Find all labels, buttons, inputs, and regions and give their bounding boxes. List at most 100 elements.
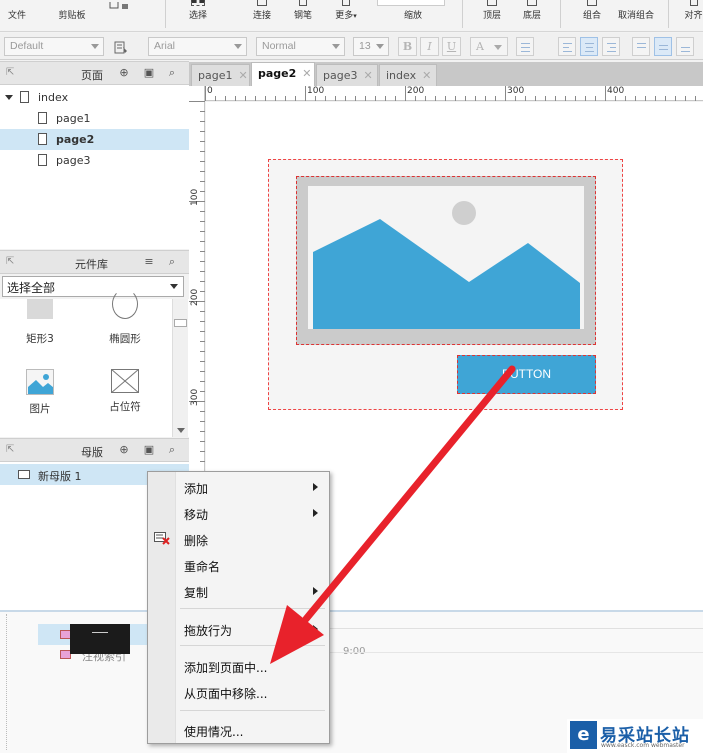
valign-bottom-button[interactable]	[676, 37, 694, 56]
library-panel-title: 元件库	[75, 258, 108, 271]
scroll-thumb[interactable]	[174, 319, 187, 327]
tab-index[interactable]: index ✕	[379, 64, 437, 86]
zoom-button[interactable]: 缩放	[398, 0, 428, 32]
widget-ellipse[interactable]: 椭圆形	[95, 289, 155, 346]
search-icon[interactable]: ⌕	[166, 256, 178, 268]
valign-top-button[interactable]	[632, 37, 650, 56]
connector-icon	[257, 0, 267, 6]
expand-triangle-icon[interactable]	[5, 95, 13, 100]
align-right-button[interactable]	[602, 37, 620, 56]
library-select[interactable]: 选择全部	[2, 276, 184, 297]
tree-item-page1[interactable]: page1	[0, 108, 189, 129]
search-icon[interactable]: ⌕	[166, 67, 178, 79]
style-dropdown[interactable]: Default	[4, 37, 104, 56]
watermark-logo: e 易采站长站 www.easck.com webmaster	[567, 719, 703, 753]
bullet-list-button[interactable]	[516, 37, 534, 56]
italic-button[interactable]: I	[420, 37, 439, 56]
add-folder-icon[interactable]: ▣	[143, 67, 155, 79]
pen-button[interactable]: 钢笔	[291, 0, 315, 32]
bring-to-front-button[interactable]: 顶层	[480, 0, 504, 32]
toolbar-separator	[668, 0, 669, 28]
ruler-label: 400	[607, 86, 625, 96]
image-placeholder[interactable]	[308, 186, 584, 329]
menu-icon[interactable]: ≡	[143, 256, 155, 268]
collapse-arrow-icon[interactable]: ⇱	[6, 256, 14, 267]
menu-item-drop-behavior[interactable]: 拖放行为	[148, 617, 329, 641]
search-icon[interactable]: ⌕	[166, 444, 178, 456]
chevron-down-icon	[91, 44, 99, 49]
collapse-arrow-icon[interactable]: ⇱	[6, 444, 14, 455]
scroll-down-icon[interactable]	[177, 428, 185, 433]
chevron-down-icon	[332, 44, 340, 49]
align-center-button[interactable]	[580, 37, 598, 56]
toolbar-separator	[165, 0, 166, 28]
menu-item-add-to-pages[interactable]: 添加到页面中...	[148, 654, 329, 678]
tab-page2[interactable]: page2 ✕	[251, 62, 315, 86]
font-weight-dropdown[interactable]: Normal	[256, 37, 345, 56]
menu-item-remove-from-pages[interactable]: 从页面中移除...	[148, 680, 329, 704]
format-painter-icon[interactable]	[114, 41, 128, 54]
connect-button[interactable]: 连接	[250, 0, 274, 32]
select-button[interactable]: 选择	[178, 0, 218, 32]
tab-page3[interactable]: page3 ✕	[316, 64, 378, 86]
tree-item-index[interactable]: index	[0, 87, 189, 108]
submenu-arrow-icon	[313, 483, 318, 491]
font-size-dropdown[interactable]: 13	[353, 37, 389, 56]
menu-item-usage[interactable]: 使用情况...	[148, 718, 329, 742]
widget-image[interactable]: 图片	[10, 369, 70, 416]
ellipse-icon	[112, 289, 138, 319]
group-button[interactable]: 组合	[580, 0, 604, 32]
chevron-down-icon	[494, 45, 502, 50]
ungroup-button[interactable]: 取消组合	[614, 0, 658, 32]
align-left-button[interactable]	[558, 37, 576, 56]
canvas-button-widget[interactable]: BUTTON	[457, 355, 596, 394]
send-to-back-button[interactable]: 底层	[520, 0, 544, 32]
library-panel-header: ⇱ 元件库 ≡ ⌕	[0, 250, 189, 274]
ruler-label: 200	[190, 288, 200, 306]
tooltip-line	[92, 632, 108, 633]
collapse-arrow-icon[interactable]: ⇱	[6, 67, 14, 78]
menu-item-move[interactable]: 移动	[148, 501, 329, 525]
bold-button[interactable]: B	[398, 37, 417, 56]
font-color-button[interactable]: A	[470, 37, 508, 56]
font-family-dropdown[interactable]: Arial	[148, 37, 247, 56]
submenu-arrow-icon	[313, 509, 318, 517]
library-scrollbar[interactable]	[172, 299, 188, 437]
more-button[interactable]: 更多▾	[331, 0, 361, 32]
toolbar-separator	[560, 0, 561, 28]
widget-placeholder[interactable]: 占位符	[95, 368, 155, 414]
menu-separator	[180, 710, 325, 711]
add-folder-icon[interactable]: ▣	[143, 444, 155, 456]
ruler-label: 300	[507, 86, 525, 96]
file-button[interactable]: 文件	[4, 0, 30, 32]
chevron-down-icon	[234, 44, 242, 49]
chevron-down-icon	[170, 284, 178, 289]
page-icon	[38, 112, 47, 124]
clipboard-button[interactable]: 剪贴板	[52, 0, 92, 32]
clipboard-icon	[108, 0, 138, 9]
menu-item-duplicate[interactable]: 复制	[148, 579, 329, 603]
watermark-subtext: www.easck.com webmaster	[601, 742, 685, 749]
close-icon[interactable]: ✕	[302, 67, 311, 80]
close-icon[interactable]: ✕	[238, 69, 247, 82]
library-widgets: 矩形3 椭圆形 图片 占位符	[0, 289, 189, 437]
menu-item-rename[interactable]: 重命名	[148, 553, 329, 577]
tab-page1[interactable]: page1 ✕	[191, 64, 250, 86]
submenu-arrow-icon	[313, 587, 318, 595]
valign-middle-button[interactable]	[654, 37, 672, 56]
align-button[interactable]: 对齐	[684, 0, 703, 32]
add-page-icon[interactable]: ⊕	[118, 67, 130, 79]
widget-rectangle[interactable]: 矩形3	[10, 299, 70, 346]
ruler-ticks	[205, 86, 696, 101]
tree-item-page2[interactable]: page2	[0, 129, 189, 150]
submenu-arrow-icon	[313, 625, 318, 633]
menu-item-delete[interactable]: 删除	[148, 527, 329, 551]
add-master-icon[interactable]: ⊕	[118, 444, 130, 456]
master-icon	[18, 470, 30, 479]
underline-button[interactable]: U	[442, 37, 461, 56]
page-icon	[38, 133, 47, 145]
close-icon[interactable]: ✕	[422, 69, 431, 82]
close-icon[interactable]: ✕	[363, 69, 372, 82]
tree-item-page3[interactable]: page3	[0, 150, 189, 171]
menu-item-add[interactable]: 添加	[148, 475, 329, 499]
